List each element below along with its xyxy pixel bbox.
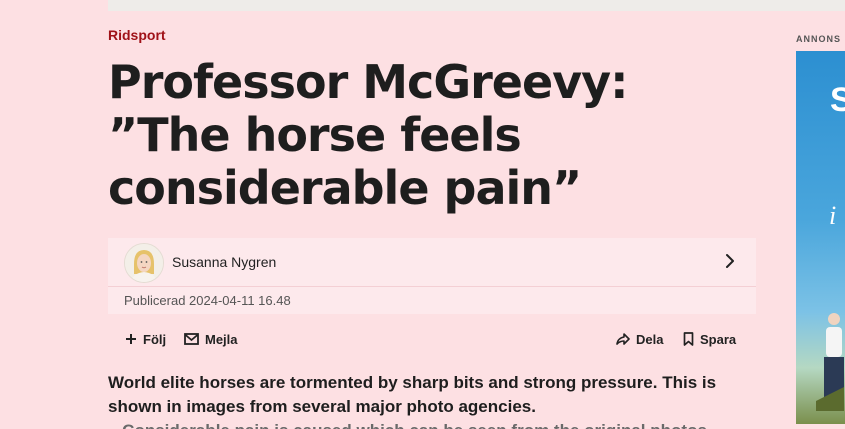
- byline-box: Susanna Nygren Publicerad 2024-04-11 16.…: [108, 238, 756, 314]
- chevron-right-icon: [726, 254, 734, 268]
- headline-line: Professor McGreevy:: [108, 55, 629, 109]
- email-button[interactable]: Mejla: [184, 330, 238, 348]
- advertisement[interactable]: S i: [796, 51, 845, 424]
- envelope-icon: [184, 333, 199, 345]
- top-bar: [108, 0, 845, 11]
- ad-text: S: [830, 81, 845, 119]
- share-label: Dela: [636, 331, 664, 347]
- lead-line: shown in images from several major photo…: [108, 397, 536, 416]
- plus-icon: [126, 334, 136, 344]
- ad-rider-icon: [816, 313, 844, 411]
- article-lead: World elite horses are tormented by shar…: [108, 371, 768, 429]
- author-avatar: [124, 243, 164, 283]
- headline-line: considerable pain”: [108, 161, 582, 215]
- headline-line: ”The horse feels: [108, 108, 522, 162]
- author-photo-icon: [125, 244, 163, 282]
- share-button[interactable]: Dela: [615, 330, 663, 348]
- save-label: Spara: [700, 331, 737, 347]
- email-label: Mejla: [205, 331, 238, 347]
- author-link[interactable]: Susanna Nygren: [108, 238, 756, 287]
- headline: Professor McGreevy: ”The horse feels con…: [108, 56, 778, 215]
- share-arrow-icon: [616, 333, 630, 345]
- bookmark-icon: [683, 332, 694, 346]
- lead-cutoff-line: – Considerable pain is caused which can …: [108, 419, 768, 429]
- published-date: Publicerad 2024-04-11 16.48: [124, 293, 291, 308]
- ad-label: ANNONS: [796, 34, 842, 44]
- author-name: Susanna Nygren: [172, 254, 277, 270]
- category-link[interactable]: Ridsport: [108, 27, 166, 43]
- follow-button[interactable]: Följ: [125, 330, 166, 348]
- follow-label: Följ: [143, 331, 167, 347]
- lead-line: World elite horses are tormented by shar…: [108, 373, 717, 392]
- save-button[interactable]: Spara: [683, 330, 736, 348]
- ad-text: i: [829, 201, 837, 230]
